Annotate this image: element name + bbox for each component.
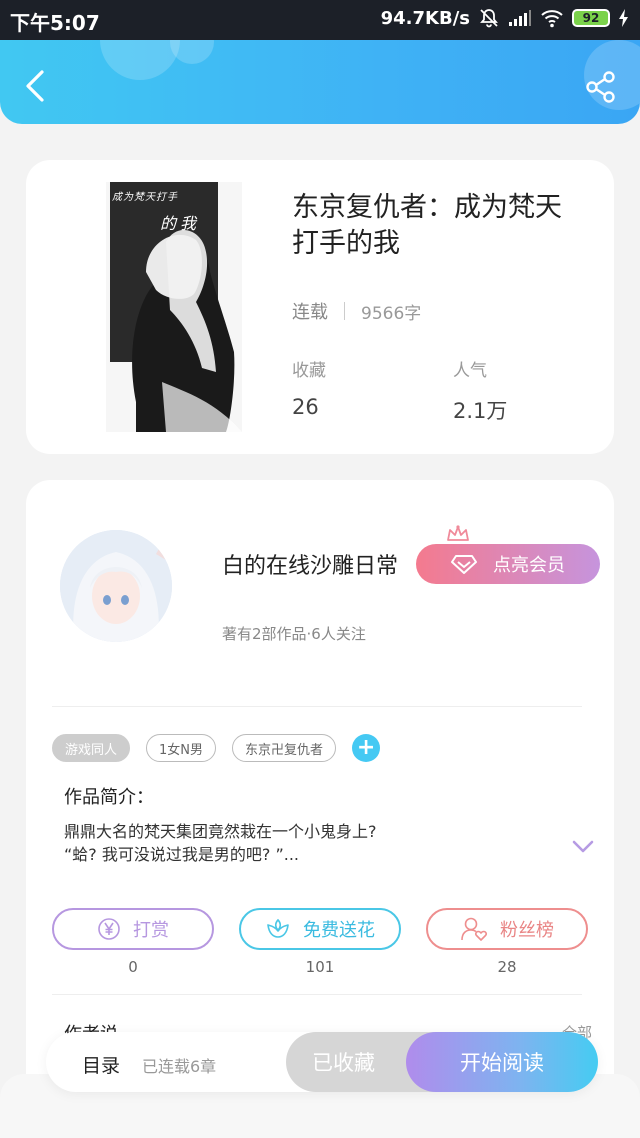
- author-subtitle: 著有2部作品·6人关注: [222, 625, 366, 643]
- status-bar: 下午5:07 94.7KB/s 92: [0, 0, 640, 40]
- decor-bubble: [100, 40, 180, 80]
- intro-line: “蛤? 我可没说过我是男的吧? ”...: [64, 845, 299, 864]
- add-tag-button[interactable]: +: [352, 734, 381, 762]
- book-title: 东京复仇者：成为梵天打手的我: [292, 192, 562, 259]
- status-right: 94.7KB/s 92: [381, 7, 630, 29]
- diamond-icon: [451, 555, 477, 574]
- popularity-label: 人气: [453, 361, 487, 381]
- wifi-icon: [541, 10, 563, 28]
- avatar-illustration: [60, 530, 172, 642]
- start-reading-label: 开始阅读: [460, 1051, 544, 1075]
- fan-ranking-label: 粉丝榜: [500, 920, 554, 941]
- status-time: 下午5:07: [10, 11, 100, 35]
- meta-divider: [344, 302, 345, 320]
- bottom-action-bar: 目录 已连载6章 已收藏 开始阅读: [46, 1032, 598, 1092]
- favorites-value: 26: [292, 395, 319, 419]
- popularity-stat: 人气 2.1万: [453, 356, 507, 425]
- popularity-value: 2.1万: [453, 399, 508, 423]
- intro-text[interactable]: 鼎鼎大名的梵天集团竟然栽在一个小鬼身上? “蛤? 我可没说过我是男的吧? ”..…: [64, 820, 484, 866]
- intro-line: 鼎鼎大名的梵天集团竟然栽在一个小鬼身上?: [64, 822, 377, 841]
- cover-text: 的我: [160, 214, 201, 233]
- fan-icon: [461, 917, 487, 941]
- tag-list: 游戏同人 1女N男 东京卍复仇者 +: [52, 734, 381, 762]
- send-flower-label: 免费送花: [303, 920, 375, 941]
- flower-icon: [267, 918, 289, 938]
- flower-count: 101: [305, 958, 335, 976]
- send-flower-button[interactable]: 免费送花: [239, 908, 401, 950]
- vip-label: 点亮会员: [493, 555, 565, 576]
- section-divider: [52, 994, 582, 995]
- toc-button[interactable]: 目录: [82, 1051, 120, 1078]
- book-meta: 连载 9566字: [292, 298, 421, 324]
- crown-icon: [447, 525, 469, 541]
- signal-icon: [509, 10, 531, 26]
- author-name[interactable]: 白的在线沙雕日常: [222, 548, 398, 580]
- chapter-count: 已连载6章: [142, 1057, 217, 1076]
- tag-item[interactable]: 1女N男: [146, 734, 217, 762]
- network-speed: 94.7KB/s: [380, 7, 470, 29]
- mute-bell-icon: [480, 9, 498, 28]
- battery-indicator: 92: [572, 9, 610, 27]
- favorited-label: 已收藏: [312, 1051, 375, 1075]
- fan-ranking-button[interactable]: 粉丝榜: [426, 908, 588, 950]
- word-count: 9566字: [361, 303, 422, 324]
- start-reading-button[interactable]: 开始阅读: [406, 1032, 598, 1092]
- favorites-label: 收藏: [292, 361, 326, 381]
- charging-icon: [619, 9, 628, 27]
- fan-count: 28: [497, 958, 517, 976]
- book-status: 连载: [292, 302, 328, 323]
- decor-bubble: [170, 40, 214, 64]
- share-icon[interactable]: [584, 70, 618, 104]
- tag-item[interactable]: 游戏同人: [52, 734, 131, 762]
- book-cover[interactable]: 成为梵天打手 的我: [106, 182, 242, 432]
- reward-count: 0: [128, 958, 138, 976]
- back-icon[interactable]: [20, 68, 50, 104]
- tag-item[interactable]: 东京卍复仇者: [232, 734, 337, 762]
- favorites-stat: 收藏 26: [292, 356, 326, 419]
- book-info-card: 成为梵天打手 的我 东京复仇者：成为梵天打手的我 连载 9566字 收藏 26 …: [26, 160, 614, 454]
- section-divider: [52, 706, 582, 707]
- reward-button[interactable]: 打赏: [52, 908, 214, 950]
- vip-button[interactable]: 点亮会员: [416, 544, 600, 584]
- chevron-down-icon[interactable]: [572, 840, 594, 854]
- top-header: [0, 40, 640, 124]
- author-avatar[interactable]: [60, 530, 172, 642]
- reward-label: 打赏: [133, 920, 169, 941]
- cover-text: 成为梵天打手: [112, 192, 178, 203]
- intro-title: 作品简介：: [64, 787, 154, 808]
- yen-icon: [98, 918, 120, 940]
